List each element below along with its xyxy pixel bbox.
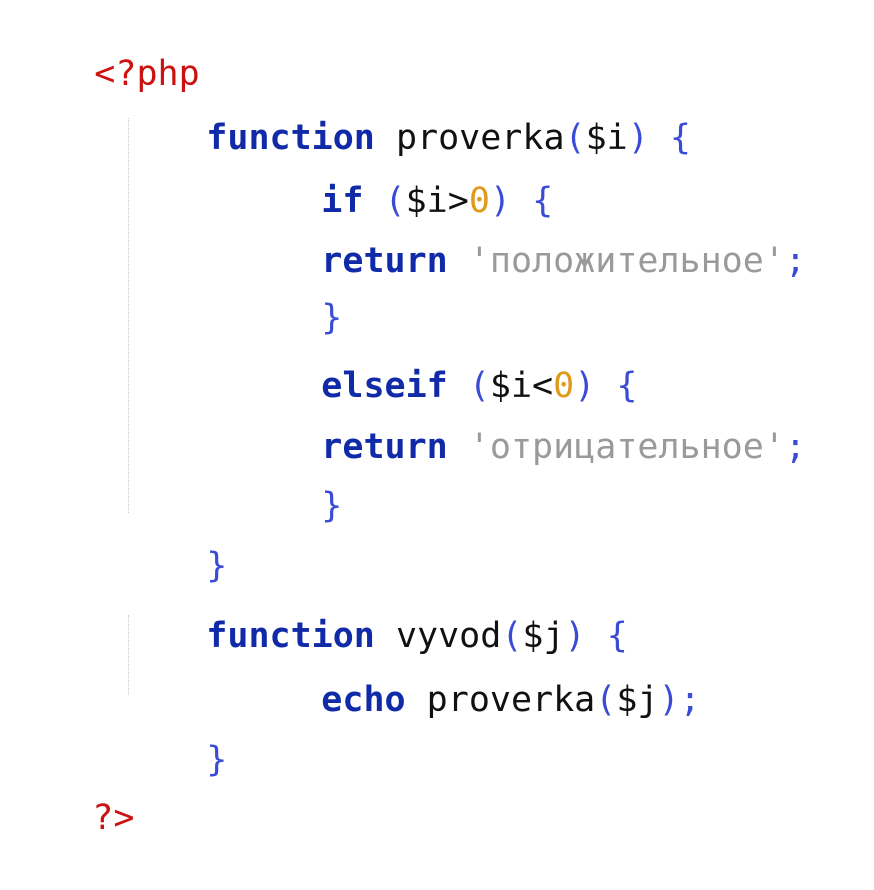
semicolon: ; (784, 241, 806, 281)
code-line-elseif-close: } (237, 434, 342, 526)
close-paren-semicolon: ); (658, 680, 701, 720)
echo-keyword: echo (321, 680, 406, 720)
code-editor[interactable]: <?php function proverka($i) { if ($i>0) … (0, 0, 874, 838)
open-paren: ( (595, 680, 617, 720)
code-line-elseif: elseif ($i<0) { (237, 314, 637, 406)
code-line-return-positive: return 'положительное'; (237, 189, 806, 281)
php-close-tag: ?> (92, 798, 135, 838)
code-line-if: if ($i>0) { (237, 129, 553, 221)
code-line-if-close: } (237, 246, 342, 338)
string-literal: 'отрицательное' (468, 427, 785, 467)
code-line-return-negative: return 'отрицательное'; (237, 375, 806, 467)
call-argument: $j (616, 680, 659, 720)
code-line-echo: echo proverka($j); (237, 628, 700, 720)
semicolon: ; (784, 427, 806, 467)
function-call-name: proverka (426, 680, 596, 720)
code-line-function-proverka-close: } (122, 494, 227, 586)
close-brace: } (321, 486, 343, 526)
code-line-php-open: <?php (10, 2, 199, 94)
close-brace: } (206, 740, 228, 780)
function-param: $i (585, 118, 628, 158)
string-literal: 'положительное' (468, 241, 785, 281)
code-line-php-close: ?> (8, 746, 134, 838)
code-line-function-vyvod-close: } (122, 688, 227, 780)
open-paren: ( (564, 118, 586, 158)
close-paren-brace: ) { (627, 118, 691, 158)
code-line-function-proverka: function proverka($i) { (122, 66, 691, 158)
code-line-function-vyvod: function vyvod($j) { (122, 564, 627, 656)
